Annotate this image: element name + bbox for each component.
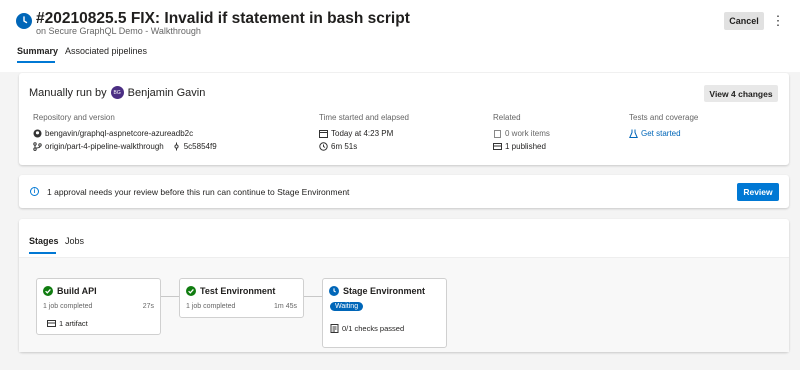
stage-connector [160, 296, 179, 297]
tab-stages[interactable]: Stages [29, 236, 59, 246]
commit-icon [172, 142, 181, 151]
checklist-icon [330, 324, 339, 333]
stage-name: Test Environment [200, 286, 276, 296]
clock-icon [319, 142, 328, 151]
view-changes-button[interactable]: View 4 changes [704, 85, 778, 102]
artifact-icon [493, 142, 502, 151]
beaker-icon [629, 129, 638, 138]
waiting-clock-icon [329, 286, 339, 296]
calendar-icon [319, 129, 328, 138]
artifact-icon [47, 319, 56, 328]
stage-duration: 1m 45s [274, 303, 297, 310]
work-items-count[interactable]: 0 work items [505, 129, 550, 138]
success-check-icon [186, 286, 196, 296]
stage-stage-environment[interactable]: Stage Environment Waiting 0/1 checks pas… [322, 278, 447, 348]
tests-header: Tests and coverage [629, 113, 699, 122]
cancel-button[interactable]: Cancel [724, 12, 764, 30]
related-section: Related 0 work items 1 published [493, 113, 550, 153]
approval-banner: i 1 approval needs your review before th… [19, 175, 789, 208]
repository-section: Repository and version bengavin/graphql-… [33, 113, 217, 153]
run-status-clock-icon [16, 13, 32, 29]
active-tab-indicator [17, 61, 55, 63]
stage-build-api[interactable]: Build API 1 job completed 27s 1 artifact [36, 278, 161, 335]
stages-canvas: Build API 1 job completed 27s 1 artifact… [19, 257, 789, 352]
success-check-icon [43, 286, 53, 296]
tab-summary[interactable]: Summary [17, 46, 58, 56]
stages-card: Stages Jobs Build API 1 job completed 27… [19, 219, 789, 352]
manual-run-prefix: Manually run by [29, 86, 107, 99]
stage-duration: 27s [142, 303, 154, 310]
active-stages-tab-indicator [29, 252, 56, 254]
tab-jobs[interactable]: Jobs [65, 236, 84, 246]
published-count[interactable]: 1 published [505, 142, 546, 151]
time-section: Time started and elapsed Today at 4:23 P… [319, 113, 409, 153]
stage-connector [303, 296, 322, 297]
review-button[interactable]: Review [737, 183, 779, 201]
elapsed-time: 6m 51s [331, 142, 358, 151]
run-summary-card: Manually run by BG Benjamin Gavin View 4… [19, 73, 789, 165]
manual-run-info: Manually run by BG Benjamin Gavin [29, 86, 205, 99]
stage-checks[interactable]: 0/1 checks passed [330, 324, 404, 333]
checks-status: 0/1 checks passed [342, 324, 405, 333]
stage-name: Stage Environment [343, 286, 426, 296]
artifact-count: 1 artifact [59, 319, 88, 328]
info-icon: i [30, 187, 39, 196]
commit-hash[interactable]: 5c5854f9 [184, 142, 217, 151]
tests-section: Tests and coverage Get started [629, 113, 698, 140]
status-badge: Waiting [330, 302, 364, 311]
repository-header: Repository and version [33, 113, 115, 122]
more-actions-icon[interactable]: ⋮ [772, 12, 785, 30]
page-subtitle: on Secure GraphQL Demo - Walkthrough [36, 26, 201, 36]
stage-jobs-status: 1 job completed [186, 303, 236, 310]
stage-artifacts[interactable]: 1 artifact [47, 319, 88, 328]
user-name[interactable]: Benjamin Gavin [128, 87, 206, 99]
get-started-link[interactable]: Get started [641, 129, 681, 138]
avatar: BG [110, 86, 124, 99]
work-item-icon [493, 129, 502, 138]
stage-name: Build API [57, 286, 97, 296]
stage-jobs-status: 1 job completed [43, 303, 93, 310]
start-time: Today at 4:23 PM [331, 129, 394, 138]
branch-icon [33, 142, 42, 151]
page-header: #20210825.5 FIX: Invalid if statement in… [0, 0, 800, 72]
tab-associated-pipelines[interactable]: Associated pipelines [65, 46, 147, 56]
github-icon [33, 129, 42, 138]
time-header: Time started and elapsed [319, 113, 409, 122]
repository-name[interactable]: bengavin/graphql-aspnetcore-azureadb2c [45, 129, 193, 138]
approval-message: 1 approval needs your review before this… [47, 187, 350, 197]
related-header: Related [493, 113, 521, 122]
stage-test-environment[interactable]: Test Environment 1 job completed 1m 45s [179, 278, 304, 318]
branch-name[interactable]: origin/part-4-pipeline-walkthrough [45, 142, 164, 151]
